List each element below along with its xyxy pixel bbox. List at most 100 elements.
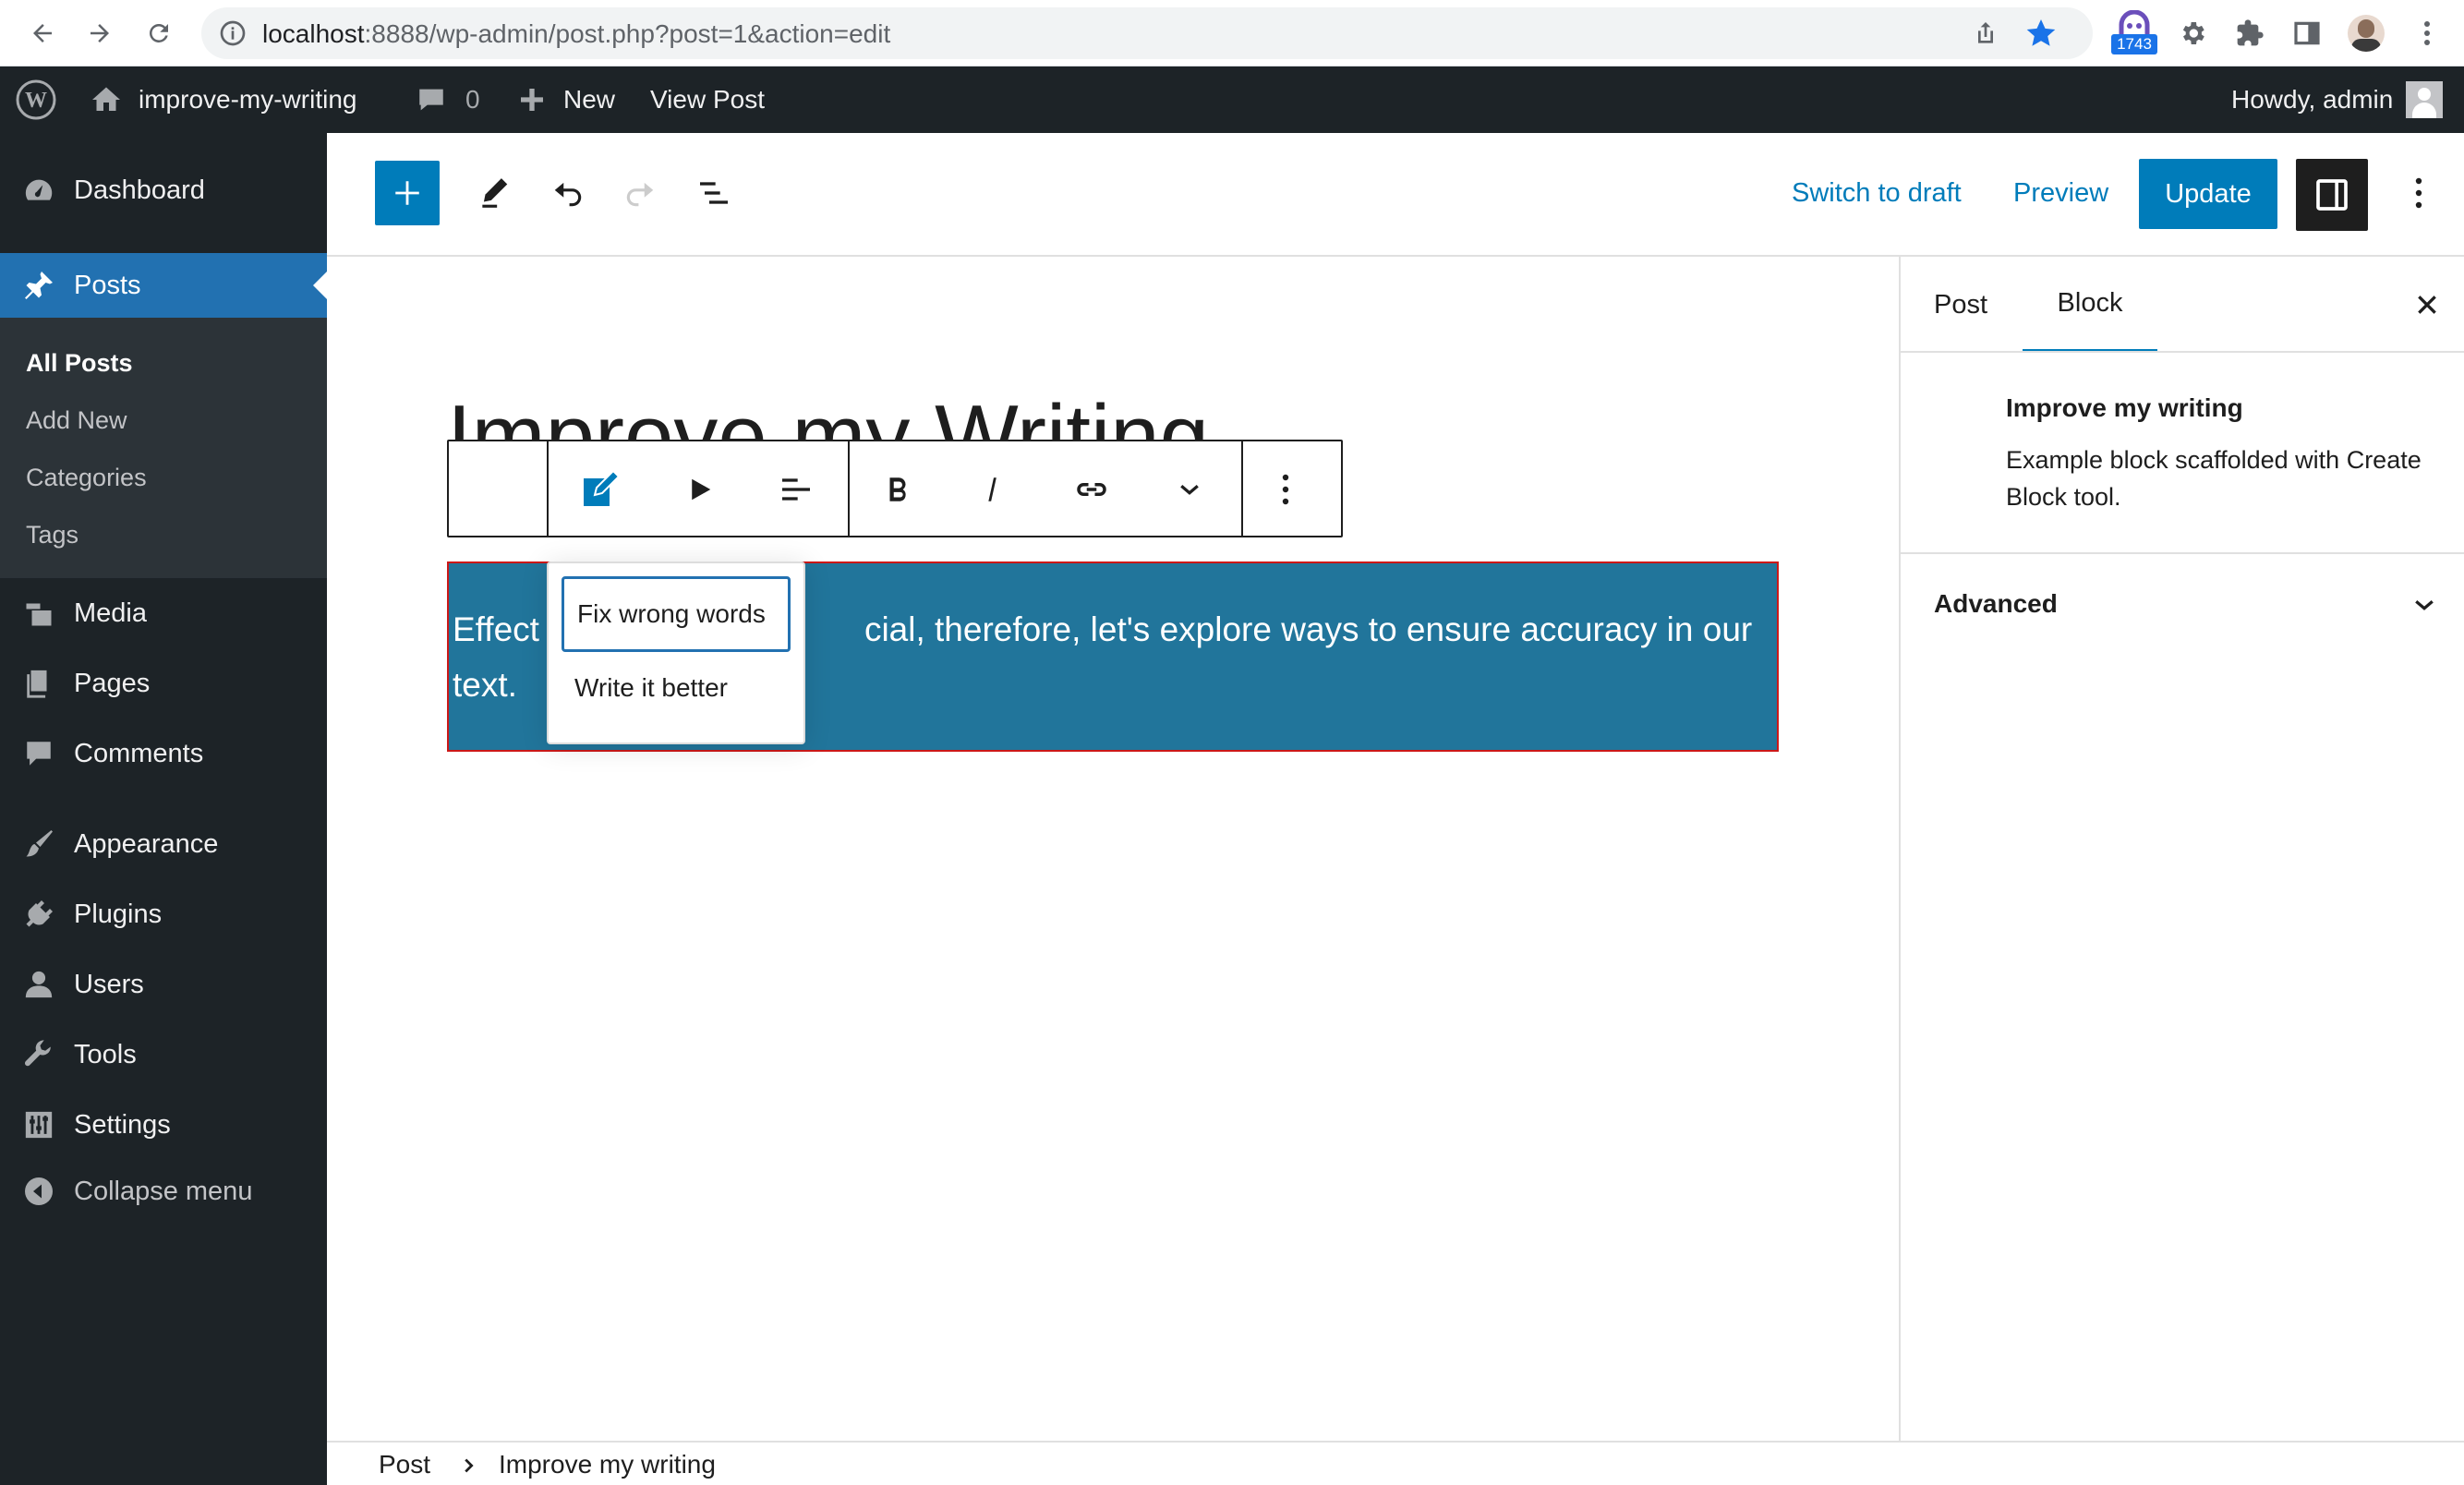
block-toolbar-group-tools — [549, 441, 850, 536]
sidebar-item-settings[interactable]: Settings — [0, 1097, 327, 1153]
chevron-right-icon — [458, 1455, 478, 1476]
bold-button[interactable] — [870, 462, 925, 517]
plus-icon — [521, 89, 543, 111]
advanced-panel-toggle[interactable]: Advanced — [1901, 554, 2464, 656]
wordpress-logo-icon[interactable]: W — [15, 66, 57, 133]
preview-button[interactable]: Preview — [2013, 161, 2108, 225]
play-button[interactable] — [672, 462, 728, 517]
switch-to-draft-button[interactable]: Switch to draft — [1792, 161, 1962, 225]
sidebar-item-dashboard[interactable]: Dashboard — [0, 163, 327, 218]
site-home-link[interactable]: improve-my-writing — [89, 66, 356, 133]
block-card-description: Example block scaffolded with Create Blo… — [2006, 446, 2422, 511]
home-icon — [92, 87, 120, 111]
bookmark-star-icon[interactable] — [2024, 17, 2058, 50]
breadcrumb-post[interactable]: Post — [379, 1450, 430, 1479]
chevron-down-icon — [1180, 485, 1199, 495]
collapse-menu-button[interactable]: Collapse menu — [0, 1164, 327, 1219]
update-button[interactable]: Update — [2139, 159, 2277, 229]
posts-submenu: All Posts Add New Categories Tags — [0, 318, 327, 578]
block-options-button[interactable] — [1258, 462, 1313, 517]
sidebar-item-plugins[interactable]: Plugins — [0, 887, 327, 942]
document-overview-button[interactable] — [682, 161, 746, 225]
block-parent-selector[interactable] — [449, 441, 549, 536]
user-icon — [20, 966, 57, 1003]
sidebar-item-users[interactable]: Users — [0, 957, 327, 1012]
forward-button[interactable] — [79, 13, 120, 54]
options-menu-button[interactable] — [2386, 161, 2451, 225]
block-toolbar-group-format — [850, 441, 1243, 536]
block-breadcrumb: Post Improve my writing — [327, 1441, 2464, 1485]
close-sidebar-button[interactable] — [2409, 286, 2446, 323]
italic-button[interactable] — [966, 462, 1021, 517]
media-camera-icon — [20, 595, 57, 632]
italic-icon — [988, 477, 996, 501]
align-button[interactable] — [768, 462, 824, 517]
redo-icon — [626, 182, 654, 207]
site-info-icon[interactable] — [218, 18, 248, 48]
vertical-ellipsis-icon — [1282, 474, 1289, 505]
settings-gear-extension-icon[interactable] — [2172, 13, 2213, 54]
browser-menu-icon[interactable] — [2407, 13, 2447, 54]
tab-block[interactable]: Block — [2023, 257, 2157, 353]
comments-link[interactable]: 0 — [416, 66, 480, 133]
extension-badge-count: 1743 — [2111, 34, 2157, 54]
new-content-link[interactable]: New — [517, 66, 615, 133]
comment-bubble-icon — [20, 735, 57, 772]
back-arrow-icon — [33, 24, 52, 42]
submenu-item-tags[interactable]: Tags — [26, 521, 79, 549]
block-inserter-button[interactable] — [375, 161, 440, 225]
pencil-icon — [482, 178, 508, 208]
admin-avatar — [2406, 81, 2444, 118]
profile-avatar[interactable] — [2346, 13, 2386, 54]
dashboard-gauge-icon — [20, 172, 57, 209]
pushpin-icon — [20, 267, 57, 304]
address-bar[interactable]: localhost:8888/wp-admin/post.php?post=1&… — [201, 7, 2093, 59]
more-formatting-button[interactable] — [1162, 462, 1217, 517]
submenu-item-all-posts[interactable]: All Posts — [26, 349, 133, 378]
back-button[interactable] — [22, 13, 63, 54]
tab-post[interactable]: Post — [1934, 257, 1987, 353]
wp-admin-bar: W improve-my-writing 0 New View Post How… — [0, 66, 2464, 133]
write-it-better-option[interactable]: Write it better — [562, 650, 791, 726]
fix-wrong-words-option[interactable]: Fix wrong words — [562, 576, 791, 652]
tools-edit-button[interactable] — [462, 161, 526, 225]
align-left-icon — [782, 478, 810, 501]
settings-sliders-icon — [20, 1106, 57, 1143]
side-panel-icon[interactable] — [2287, 13, 2327, 54]
sidebar-item-posts[interactable]: Posts — [0, 253, 327, 318]
sidebar-item-comments[interactable]: Comments — [0, 726, 327, 781]
extension-badge-icon[interactable]: 1743 — [2111, 10, 2157, 54]
editor-canvas: Improve my Writing Effect cial, therefor… — [327, 257, 1899, 1441]
improve-writing-block-button[interactable] — [573, 462, 628, 517]
tabs-divider — [1901, 351, 2464, 353]
list-view-icon — [700, 182, 728, 204]
sidebar-item-media[interactable]: Media — [0, 586, 327, 641]
share-icon[interactable] — [1971, 18, 2000, 48]
sidebar-item-pages[interactable]: Pages — [0, 656, 327, 711]
undo-button[interactable] — [536, 161, 600, 225]
chevron-down-icon — [2415, 600, 2434, 610]
sidebar-panel-icon — [2316, 179, 2348, 211]
collapse-arrow-icon — [20, 1173, 57, 1210]
reload-icon — [150, 24, 168, 42]
view-post-link[interactable]: View Post — [650, 66, 765, 133]
reload-button[interactable] — [139, 13, 179, 54]
comment-bubble-icon — [419, 89, 443, 111]
submenu-item-categories[interactable]: Categories — [26, 464, 147, 492]
settings-sidebar-toggle[interactable] — [2296, 159, 2368, 231]
greeting-text: Howdy, admin — [2231, 85, 2394, 114]
block-card-title: Improve my writing — [2006, 393, 2243, 422]
sidebar-item-tools[interactable]: Tools — [0, 1027, 327, 1082]
account-menu[interactable]: Howdy, admin — [2231, 66, 2444, 133]
sidebar-item-appearance[interactable]: Appearance — [0, 816, 327, 872]
close-icon — [2418, 296, 2436, 314]
link-button[interactable] — [1064, 462, 1119, 517]
pages-icon — [20, 665, 57, 702]
breadcrumb-current-block: Improve my writing — [499, 1450, 716, 1479]
vertical-ellipsis-icon — [2415, 177, 2422, 209]
redo-button[interactable] — [608, 161, 672, 225]
block-toolbar — [447, 440, 1343, 537]
submenu-item-add-new[interactable]: Add New — [26, 406, 127, 435]
edit-note-icon — [584, 469, 621, 506]
extensions-puzzle-icon[interactable] — [2229, 13, 2270, 54]
